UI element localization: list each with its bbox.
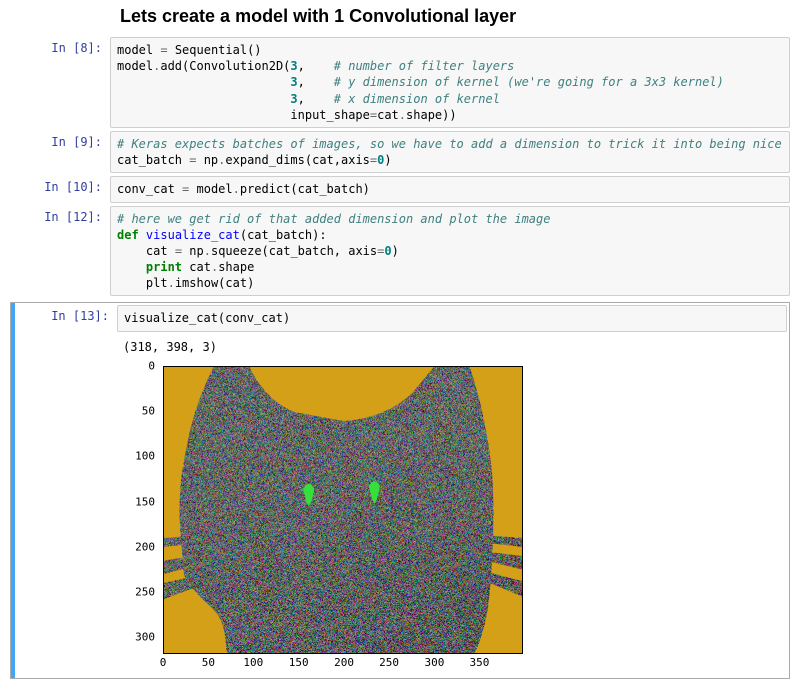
code-token: model: [117, 43, 160, 57]
code-token: cat: [146, 244, 175, 258]
code-token: np: [196, 153, 218, 167]
y-tick: 50: [142, 404, 155, 417]
code-token: cat: [377, 108, 399, 122]
code-token: shape)): [406, 108, 457, 122]
code-token: 3: [290, 92, 297, 106]
code-token: [117, 92, 290, 106]
x-tick: 200: [334, 656, 354, 669]
x-tick: 100: [243, 656, 263, 669]
code-token: [139, 228, 146, 242]
input-prompt: In [8]:: [10, 37, 110, 55]
code-token: cat: [189, 260, 211, 274]
code-comment: # y dimension of kernel (we're going for…: [334, 75, 724, 89]
code-token: cat_batch: [117, 153, 189, 167]
cat-noise-svg: [164, 367, 522, 653]
y-tick: 250: [135, 585, 155, 598]
input-prompt: In [13]:: [17, 305, 117, 323]
code-token: predict(cat_batch): [240, 182, 370, 196]
output-image: 0 50 100 150 200 250 300: [117, 358, 787, 670]
code-token: add(Convolution2D(: [160, 59, 290, 73]
code-cell: In [8]: model = Sequential() model. add(C…: [10, 37, 790, 128]
code-token: model: [117, 59, 153, 73]
code-comment: # number of filter layers: [334, 59, 515, 73]
code-token: =: [160, 43, 167, 57]
code-comment: # x dimension of kernel: [334, 92, 500, 106]
code-token: model: [189, 182, 232, 196]
x-tick: 50: [202, 656, 215, 669]
plot-frame: 0 50 100 150 200 250 300: [123, 360, 533, 670]
code-input[interactable]: # here we get rid of that added dimensio…: [110, 206, 790, 297]
code-fn: visualize_cat: [146, 228, 240, 242]
plot-canvas: [163, 366, 523, 654]
code-token: visualize_cat(conv_cat): [124, 311, 290, 325]
code-token: ): [384, 153, 391, 167]
code-token: ,: [298, 75, 334, 89]
input-prompt: In [12]:: [10, 206, 110, 224]
input-prompt: In [10]:: [10, 176, 110, 194]
x-tick: 0: [160, 656, 167, 669]
y-tick: 200: [135, 540, 155, 553]
code-token: .: [399, 108, 406, 122]
selected-cell: In [13]: visualize_cat(conv_cat) (318, 3…: [10, 302, 790, 678]
y-tick: 150: [135, 495, 155, 508]
code-token: [117, 260, 146, 274]
code-token: 3: [290, 75, 297, 89]
y-tick: 100: [135, 450, 155, 463]
code-token: .: [204, 244, 211, 258]
code-input[interactable]: conv_cat = model.predict(cat_batch): [110, 176, 790, 202]
notebook-page: Lets create a model with 1 Convolutional…: [0, 0, 800, 689]
code-token: ,: [298, 92, 334, 106]
selected-cell-body: In [13]: visualize_cat(conv_cat) (318, 3…: [15, 303, 789, 677]
code-token: .: [168, 276, 175, 290]
code-token: expand_dims(cat,axis: [225, 153, 370, 167]
code-input[interactable]: visualize_cat(conv_cat): [117, 305, 787, 331]
code-token: imshow(cat): [175, 276, 254, 290]
code-token: Sequential(): [168, 43, 262, 57]
code-keyword: def: [117, 228, 139, 242]
code-token: conv_cat: [117, 182, 182, 196]
code-token: [117, 75, 290, 89]
code-token: [117, 244, 146, 258]
code-token: 0: [384, 244, 391, 258]
code-cell: In [13]: visualize_cat(conv_cat): [17, 305, 787, 331]
code-token: .: [233, 182, 240, 196]
code-keyword: print: [146, 260, 182, 274]
y-axis-ticks: 0 50 100 150 200 250 300: [123, 366, 159, 654]
code-token: input_shape: [290, 108, 369, 122]
code-token: plt: [146, 276, 168, 290]
code-cell: In [10]: conv_cat = model.predict(cat_ba…: [10, 176, 790, 202]
code-token: np: [182, 244, 204, 258]
y-tick: 0: [148, 359, 155, 372]
code-cell: In [9]: # Keras expects batches of image…: [10, 131, 790, 173]
code-token: shape: [218, 260, 254, 274]
code-token: [117, 276, 146, 290]
code-token: =: [175, 244, 182, 258]
code-comment: # here we get rid of that added dimensio…: [117, 212, 550, 226]
section-heading: Lets create a model with 1 Convolutional…: [120, 6, 790, 27]
code-token: squeeze(cat_batch, axis: [211, 244, 377, 258]
code-cell: In [12]: # here we get rid of that added…: [10, 206, 790, 297]
x-tick: 300: [425, 656, 445, 669]
input-prompt: In [9]:: [10, 131, 110, 149]
code-comment: # Keras expects batches of images, so we…: [117, 137, 782, 151]
code-input[interactable]: model = Sequential() model. add(Convoluti…: [110, 37, 790, 128]
x-tick: 250: [379, 656, 399, 669]
code-token: [117, 108, 290, 122]
y-tick: 300: [135, 631, 155, 644]
code-token: (cat_batch):: [240, 228, 327, 242]
x-tick: 350: [470, 656, 490, 669]
x-tick: 150: [289, 656, 309, 669]
code-token: ): [392, 244, 399, 258]
code-token: 3: [290, 59, 297, 73]
stdout-text: (318, 398, 3): [117, 334, 787, 358]
x-axis-ticks: 0 50 100 150 200 250 300 350: [163, 656, 523, 670]
code-token: ,: [298, 59, 334, 73]
code-input[interactable]: # Keras expects batches of images, so we…: [110, 131, 790, 173]
